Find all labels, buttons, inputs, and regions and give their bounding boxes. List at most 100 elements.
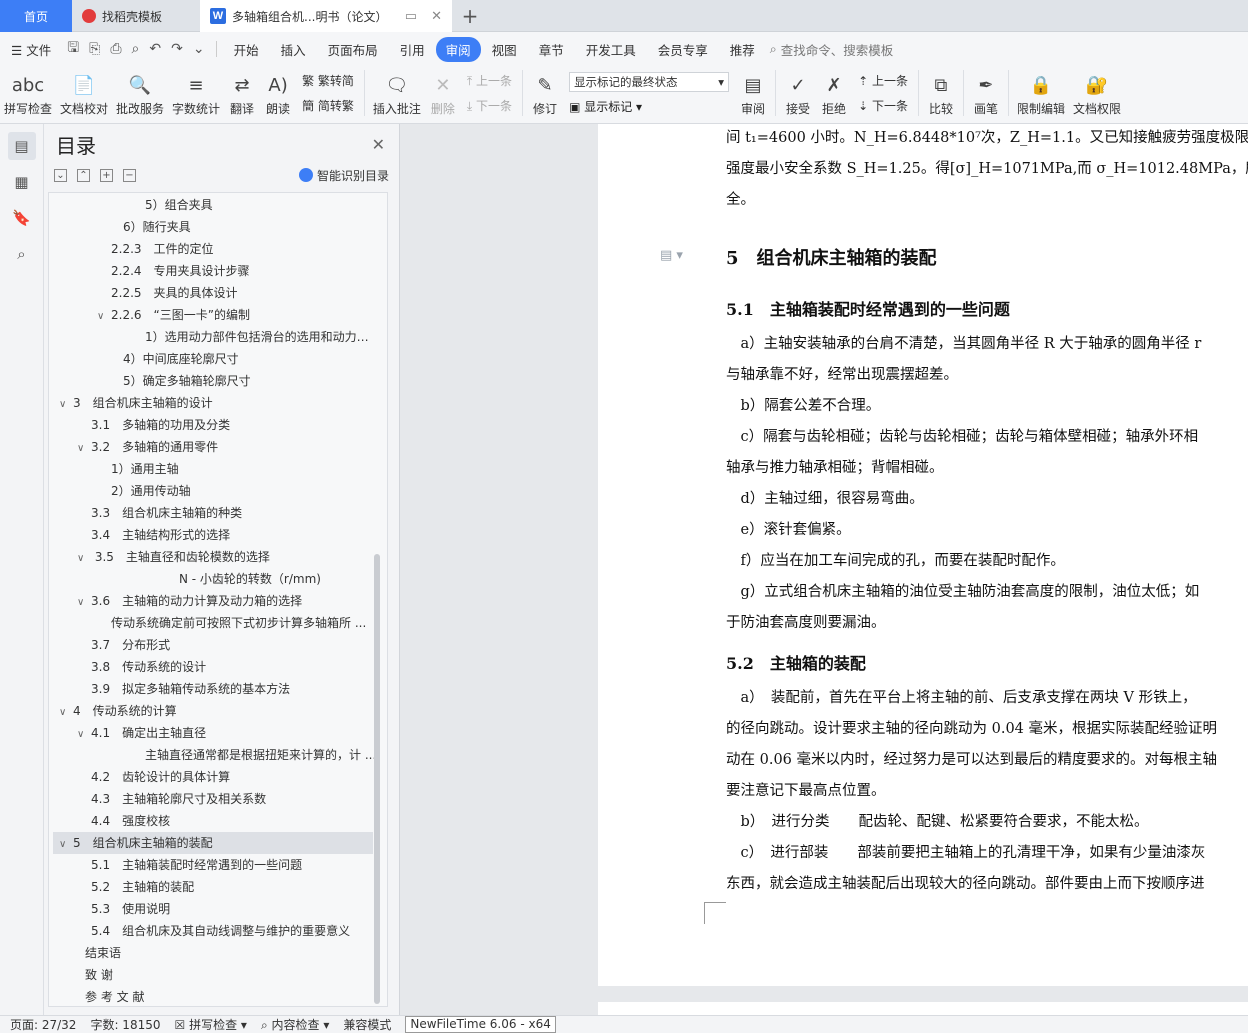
- chevron-down-icon[interactable]: ∨: [77, 592, 91, 612]
- toc-item[interactable]: 1）通用主轴: [97, 458, 179, 480]
- chevron-down-icon[interactable]: ∨: [97, 306, 111, 326]
- remove-heading-icon[interactable]: −: [123, 168, 136, 182]
- print-preview-icon[interactable]: ⌕: [127, 41, 145, 57]
- toc-item[interactable]: ∨ 4 传动系统的计算: [59, 700, 177, 722]
- menu-layout[interactable]: 页面布局: [317, 40, 389, 59]
- toc-item[interactable]: 主轴直径通常都是根据扭矩来计算的，计 ...: [131, 744, 376, 766]
- redo-icon[interactable]: ↷: [166, 41, 188, 57]
- command-search[interactable]: ⌕ 查找命令、搜索模板: [770, 40, 894, 59]
- tab-document[interactable]: W 多轴箱组合机...明书（论文） ▭ ✕: [200, 0, 452, 32]
- bookmark-icon[interactable]: 🔖: [8, 204, 36, 232]
- toc-item[interactable]: 5.3 使用说明: [77, 898, 170, 920]
- review-pane-button[interactable]: ▤ 审阅: [735, 70, 771, 117]
- menu-start[interactable]: 开始: [223, 40, 270, 59]
- smart-toc-button[interactable]: 智能识别目录: [298, 167, 389, 184]
- search-icon[interactable]: ⌕: [8, 240, 36, 268]
- show-markup-button[interactable]: ▣ 显示标记 ▾: [569, 98, 729, 115]
- translate-button[interactable]: ⇄ 翻译: [224, 70, 260, 117]
- monitor-icon[interactable]: ▭: [405, 9, 417, 24]
- undo-icon[interactable]: ↶: [144, 41, 166, 57]
- toc-item[interactable]: 4.2 齿轮设计的具体计算: [77, 766, 230, 788]
- compare-button[interactable]: ⧉ 比较: [923, 70, 959, 117]
- toc-item[interactable]: 2.2.5 夹具的具体设计: [97, 282, 238, 304]
- expand-all-icon[interactable]: ⌄: [54, 168, 67, 182]
- toc-icon[interactable]: ▤: [7, 132, 36, 160]
- chevron-down-icon[interactable]: ∨: [77, 438, 91, 458]
- pen-button[interactable]: ✒ 画笔: [968, 70, 1004, 117]
- reject-button[interactable]: ✗ 拒绝: [816, 70, 852, 117]
- next-comment-button[interactable]: ⤓ 下一条: [467, 97, 512, 114]
- toc-item[interactable]: 5）组合夹具: [131, 194, 213, 216]
- toc-item[interactable]: 1）选用动力部件包括滑台的选用和动力箱 ...: [131, 326, 379, 348]
- toc-item[interactable]: 致 谢: [71, 964, 113, 986]
- spell-check-status[interactable]: ☒ 拼写检查 ▾: [175, 1016, 247, 1033]
- toc-item[interactable]: 5.4 组合机床及其自动线调整与维护的重要意义: [77, 920, 350, 942]
- menu-chapter[interactable]: 章节: [528, 40, 575, 59]
- toc-item[interactable]: 6）随行夹具: [109, 216, 191, 238]
- menu-devtools[interactable]: 开发工具: [575, 40, 647, 59]
- trad-to-simp-button[interactable]: 繁 繁转简: [302, 72, 354, 89]
- toc-item[interactable]: 2.2.4 专用夹具设计步骤: [97, 260, 250, 282]
- close-tab-icon[interactable]: ✕: [431, 9, 442, 24]
- close-icon[interactable]: ✕: [372, 135, 385, 154]
- toc-item[interactable]: 5.1 主轴箱装配时经常遇到的一些问题: [77, 854, 302, 876]
- menu-insert[interactable]: 插入: [270, 40, 317, 59]
- toc-item[interactable]: 2.2.3 工件的定位: [97, 238, 214, 260]
- collapse-all-icon[interactable]: ⌃: [77, 168, 90, 182]
- menu-recommend[interactable]: 推荐: [719, 40, 766, 59]
- document-area[interactable]: ▤ ▾ 间 t₁=4600 小时。N_H=6.8448*10⁷次，Z_H=1.1…: [400, 124, 1248, 1015]
- print-icon[interactable]: ⎙: [105, 41, 126, 57]
- toc-item[interactable]: 4.4 强度校核: [77, 810, 170, 832]
- menu-reference[interactable]: 引用: [389, 40, 436, 59]
- toc-item[interactable]: 3.7 分布形式: [77, 634, 170, 656]
- accept-button[interactable]: ✓ 接受: [780, 70, 816, 117]
- toc-item[interactable]: 4）中间底座轮廓尺寸: [109, 348, 239, 370]
- insert-comment-button[interactable]: 🗨 插入批注: [369, 70, 425, 117]
- toc-item[interactable]: 3.9 拟定多轴箱传动系统的基本方法: [77, 678, 290, 700]
- new-tab-button[interactable]: +: [452, 0, 488, 32]
- chevron-down-icon[interactable]: ∨: [77, 548, 91, 568]
- toc-item[interactable]: N - 小齿轮的转数（r/mm): [165, 568, 321, 590]
- batch-service-button[interactable]: 🔍 批改服务: [112, 70, 168, 117]
- word-count-button[interactable]: ≡ 字数统计: [168, 70, 224, 117]
- paragraph-menu-icon[interactable]: ▤ ▾: [660, 248, 683, 263]
- toc-scrollbar[interactable]: [374, 554, 380, 1004]
- doc-permission-button[interactable]: 🔐 文档权限: [1069, 70, 1125, 117]
- toc-item[interactable]: 5.2 主轴箱的装配: [77, 876, 194, 898]
- content-check-status[interactable]: ⌕ 内容检查 ▾: [261, 1016, 329, 1033]
- export-pdf-icon[interactable]: ⎘: [84, 41, 105, 57]
- next-change-button[interactable]: ⇣ 下一条: [858, 97, 908, 114]
- restrict-editing-button[interactable]: 🔒 限制编辑: [1013, 70, 1069, 117]
- toc-item[interactable]: ∨ 2.2.6 “三图一卡”的编制: [97, 304, 250, 326]
- word-count[interactable]: 字数: 18150: [90, 1016, 160, 1033]
- chevron-down-icon[interactable]: ∨: [59, 394, 73, 414]
- toc-item[interactable]: 3.8 传动系统的设计: [77, 656, 206, 678]
- prev-comment-button[interactable]: ⤒ 上一条: [467, 72, 512, 89]
- toc-item[interactable]: 3.3 组合机床主轴箱的种类: [77, 502, 242, 524]
- markup-state-select[interactable]: 显示标记的最终状态 ▾: [569, 72, 730, 92]
- toc-item[interactable]: ∨ 3.5 主轴直径和齿轮模数的选择: [77, 546, 270, 568]
- page-indicator[interactable]: 页面: 27/32: [10, 1016, 76, 1033]
- toc-item[interactable]: 4.3 主轴箱轮廓尺寸及相关系数: [77, 788, 266, 810]
- chevron-down-icon[interactable]: ∨: [77, 724, 91, 744]
- toc-item[interactable]: 结束语: [71, 942, 121, 964]
- chevron-down-icon[interactable]: ∨: [59, 834, 73, 854]
- toc-item[interactable]: 参 考 文 献: [71, 986, 144, 1006]
- chevron-down-icon[interactable]: ∨: [59, 702, 73, 722]
- more-quick-icon[interactable]: ⌄: [188, 41, 210, 57]
- toc-item[interactable]: ∨ 3.2 多轴箱的通用零件: [77, 436, 218, 458]
- toc-item[interactable]: ∨ 5 组合机床主轴箱的装配: [53, 832, 373, 854]
- toc-item[interactable]: 2）通用传动轴: [97, 480, 191, 502]
- spell-check-button[interactable]: abc 拼写检查: [0, 70, 56, 117]
- toc-item[interactable]: 3.4 主轴结构形式的选择: [77, 524, 230, 546]
- menu-view[interactable]: 视图: [481, 40, 528, 59]
- toc-item[interactable]: ∨ 3.6 主轴箱的动力计算及动力箱的选择: [77, 590, 302, 612]
- toc-item[interactable]: 3.1 多轴箱的功用及分类: [77, 414, 230, 436]
- menu-review[interactable]: 审阅: [435, 36, 481, 62]
- simp-to-trad-button[interactable]: 簡 简转繁: [302, 97, 354, 114]
- toc-item[interactable]: ∨ 3 组合机床主轴箱的设计: [59, 392, 213, 414]
- menu-member[interactable]: 会员专享: [647, 40, 719, 59]
- file-menu[interactable]: ☰ 文件: [0, 40, 62, 59]
- toc-item[interactable]: 传动系统确定前可按照下式初步计算多轴箱所 ...: [97, 612, 366, 634]
- toc-item[interactable]: ∨ 4.1 确定出主轴直径: [77, 722, 206, 744]
